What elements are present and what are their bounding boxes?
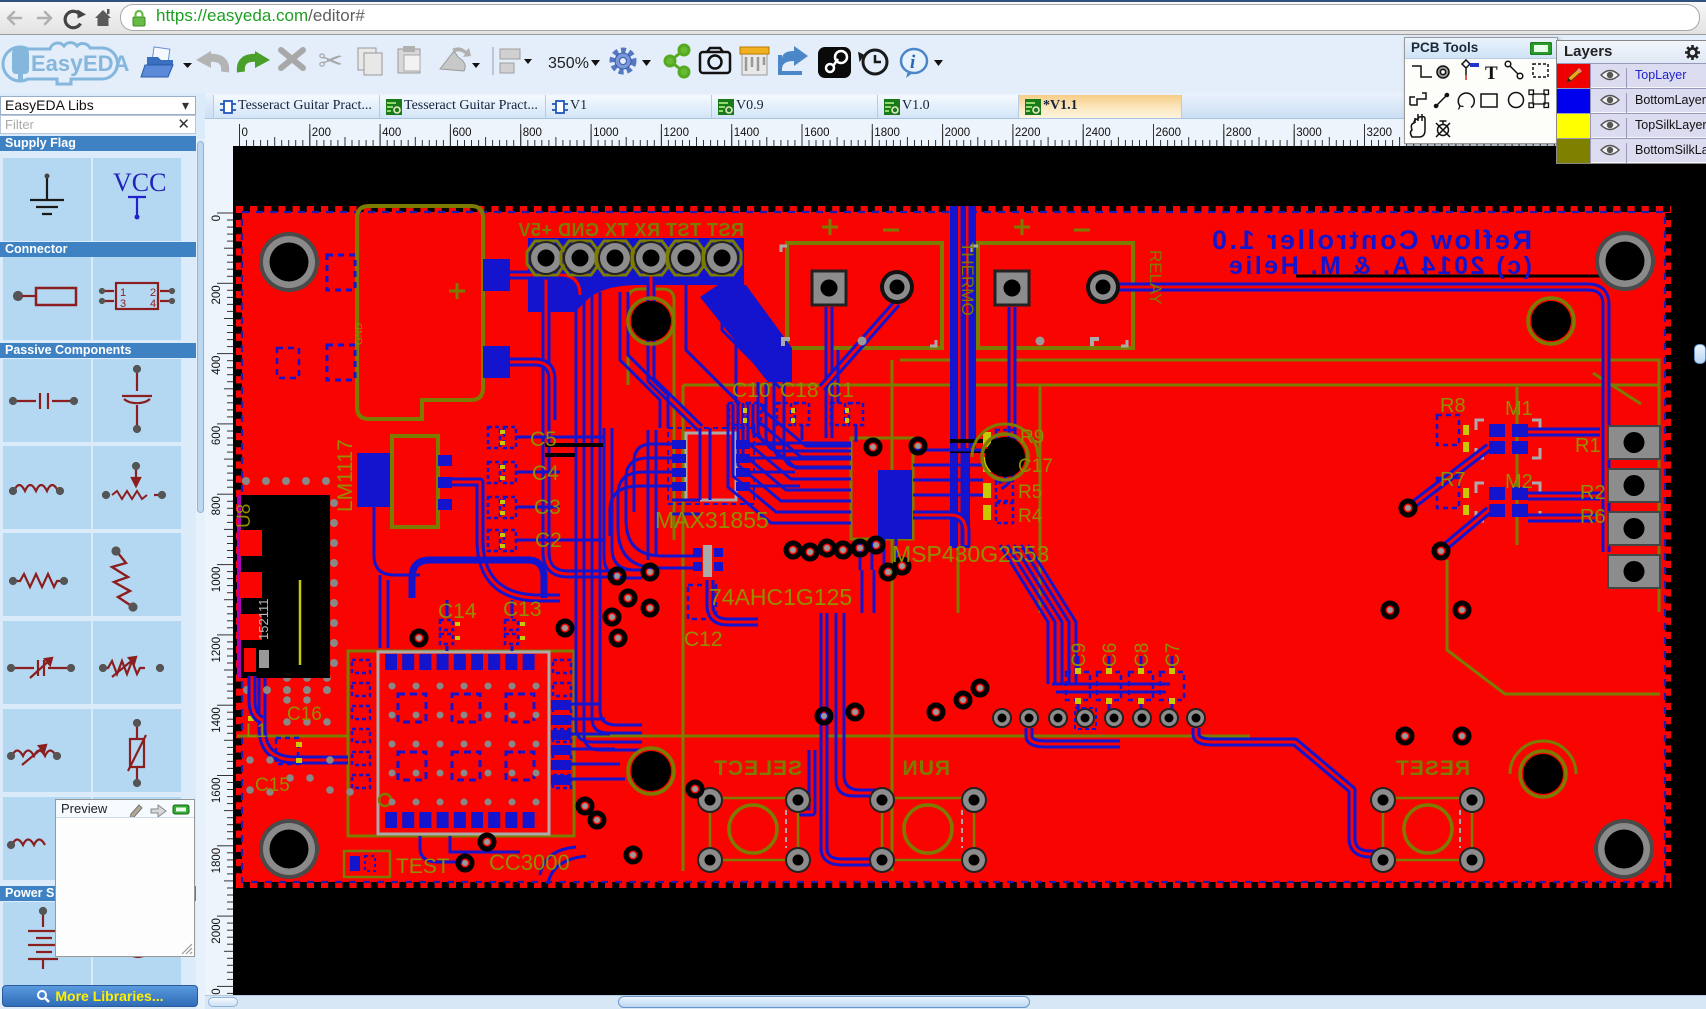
svg-text:C5: C5 [530, 428, 557, 451]
svg-text:1200: 1200 [211, 637, 223, 663]
svg-text:M1: M1 [1505, 398, 1533, 420]
svg-text:2800: 2800 [1226, 127, 1252, 139]
svg-text:TEST: TEST [396, 855, 450, 878]
svg-text:200: 200 [312, 127, 331, 139]
svg-text:M2: M2 [1505, 471, 1533, 493]
svg-text:C6: C6 [1100, 643, 1121, 667]
svg-text:MAX31855: MAX31855 [655, 507, 769, 533]
svg-text:74AHC1G125: 74AHC1G125 [709, 584, 852, 610]
svg-text:SELECT: SELECT [713, 757, 802, 780]
svg-text:4: 4 [150, 298, 156, 310]
svg-text:C18: C18 [780, 379, 819, 402]
svg-text:C3: C3 [534, 496, 561, 519]
svg-text:(c) 2014 A. & M. Helie: (c) 2014 A. & M. Helie [1226, 252, 1532, 280]
svg-text:0: 0 [211, 215, 223, 221]
svg-text:MSP430G2553: MSP430G2553 [892, 541, 1049, 567]
svg-text:600: 600 [211, 426, 223, 445]
svg-text:C9: C9 [1069, 643, 1090, 667]
svg-text:C4: C4 [532, 462, 559, 485]
svg-text:THERMO: THERMO [958, 242, 977, 316]
svg-text:2200: 2200 [1015, 127, 1041, 139]
svg-text:GND: GND [354, 323, 365, 345]
svg-text:C7: C7 [1163, 643, 1184, 667]
svg-text:R9: R9 [1020, 427, 1044, 448]
svg-text:R4: R4 [1018, 506, 1043, 527]
svg-text:2600: 2600 [1156, 127, 1182, 139]
svg-text:400: 400 [211, 356, 223, 375]
svg-text:RST TST RX TX GND +5V: RST TST RX TX GND +5V [518, 220, 744, 240]
svg-text:VCC: VCC [113, 168, 166, 197]
svg-text:R8: R8 [1440, 395, 1466, 417]
svg-text:Reflow Controller 1.0: Reflow Controller 1.0 [1209, 225, 1532, 255]
svg-text:T: T [1485, 63, 1498, 84]
svg-text:1000: 1000 [211, 567, 223, 593]
svg-text:600: 600 [452, 127, 471, 139]
svg-text:✂: ✂ [318, 45, 343, 78]
svg-text:1800: 1800 [874, 127, 900, 139]
svg-text:200: 200 [211, 285, 223, 304]
svg-text:1800: 1800 [211, 848, 223, 874]
svg-text:1200: 1200 [663, 127, 689, 139]
svg-text:800: 800 [523, 127, 542, 139]
svg-text:R7: R7 [1440, 469, 1466, 491]
svg-text:C13: C13 [503, 598, 542, 621]
svg-text:2000: 2000 [211, 918, 223, 944]
svg-text:350%: 350% [548, 55, 589, 72]
svg-text:152111: 152111 [256, 599, 271, 640]
svg-text:R6: R6 [1580, 506, 1606, 528]
svg-text:1000: 1000 [593, 127, 619, 139]
svg-text:RELAY: RELAY [1146, 250, 1165, 305]
svg-text:2200: 2200 [211, 988, 223, 995]
svg-text:C14: C14 [438, 600, 477, 623]
svg-text:C8: C8 [1132, 643, 1153, 667]
svg-text:1400: 1400 [211, 707, 223, 733]
svg-text:R5: R5 [1018, 482, 1042, 503]
svg-text:400: 400 [382, 127, 401, 139]
svg-text:2400: 2400 [1085, 127, 1111, 139]
svg-text:1600: 1600 [804, 127, 830, 139]
svg-text:3: 3 [120, 298, 126, 310]
svg-text:i: i [910, 52, 916, 73]
svg-text:3000: 3000 [1296, 127, 1322, 139]
svg-text:EasyEDA: EasyEDA [31, 50, 130, 76]
svg-text:C17: C17 [1018, 456, 1053, 477]
svg-text:C16: C16 [287, 704, 322, 725]
svg-text:2000: 2000 [945, 127, 971, 139]
svg-text:1400: 1400 [734, 127, 760, 139]
svg-text:C10: C10 [732, 379, 771, 402]
svg-text:R2: R2 [1580, 482, 1606, 504]
svg-text:3200: 3200 [1367, 127, 1393, 139]
svg-text:C15: C15 [255, 775, 290, 796]
svg-text:C2: C2 [535, 529, 562, 552]
svg-text:RESET: RESET [1395, 757, 1470, 780]
svg-text:1600: 1600 [211, 778, 223, 804]
svg-text:L1: L1 [246, 721, 267, 742]
svg-text:C12: C12 [684, 628, 723, 651]
svg-text:R1: R1 [1575, 435, 1601, 457]
svg-text:CC3000: CC3000 [489, 850, 570, 875]
svg-text:0: 0 [242, 127, 248, 139]
svg-text:RUN: RUN [902, 757, 951, 780]
svg-text:U8: U8 [234, 504, 255, 528]
svg-text:C1: C1 [827, 379, 854, 402]
svg-text:800: 800 [211, 496, 223, 515]
